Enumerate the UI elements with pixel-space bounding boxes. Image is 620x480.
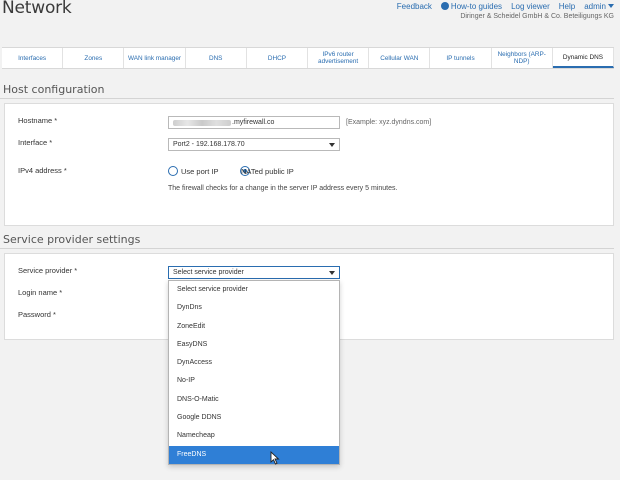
tab-dhcp[interactable]: DHCP bbox=[247, 48, 309, 68]
interface-select[interactable]: Port2 - 192.168.178.70 bbox=[168, 138, 340, 151]
service-provider-label: Service provider * bbox=[18, 266, 78, 275]
page-title: Network bbox=[2, 0, 72, 18]
option-easydns[interactable]: EasyDNS bbox=[169, 336, 339, 354]
service-provider-select[interactable]: Select service provider bbox=[168, 266, 340, 279]
help-link[interactable]: Help bbox=[559, 2, 575, 11]
section-divider bbox=[0, 248, 614, 249]
log-viewer-link[interactable]: Log viewer bbox=[511, 2, 550, 11]
guide-icon bbox=[440, 2, 449, 10]
option-zoneedit[interactable]: ZoneEdit bbox=[169, 318, 339, 336]
tab-ipv6-router-advertisement[interactable]: IPv6 router advertisement bbox=[308, 48, 370, 68]
option-google-ddns[interactable]: Google DDNS bbox=[169, 409, 339, 427]
tab-interfaces[interactable]: Interfaces bbox=[2, 48, 64, 68]
hostname-label: Hostname * bbox=[18, 116, 58, 125]
tab-neighbors[interactable]: Neighbors (ARP-NDP) bbox=[492, 48, 553, 68]
option-dynaccess[interactable]: DynAccess bbox=[169, 354, 339, 372]
hostname-input[interactable]: .myfirewall.co bbox=[168, 116, 340, 129]
host-configuration-title: Host configuration bbox=[3, 83, 105, 96]
interface-label: Interface * bbox=[18, 138, 53, 147]
use-port-ip-label[interactable]: Use port IP bbox=[181, 167, 219, 176]
option-dns-o-matic[interactable]: DNS-O-Matic bbox=[169, 391, 339, 409]
redacted-hostname bbox=[173, 119, 231, 126]
service-provider-title: Service provider settings bbox=[3, 233, 141, 246]
how-to-guides-link[interactable]: How-to guides bbox=[440, 2, 502, 11]
nated-public-ip-label[interactable]: NATed public IP bbox=[241, 167, 294, 176]
option-freedns[interactable]: FreeDNS bbox=[169, 445, 339, 464]
option-dyndns[interactable]: DynDns bbox=[169, 299, 339, 317]
tab-bar: Interfaces Zones WAN link manager DNS DH… bbox=[2, 47, 615, 69]
top-links: Feedback How-to guides Log viewer Help a… bbox=[397, 2, 614, 11]
feedback-link[interactable]: Feedback bbox=[397, 2, 432, 11]
chevron-down-icon bbox=[329, 142, 335, 147]
hostname-hint: [Example: xyz.dyndns.com] bbox=[346, 119, 432, 126]
mouse-cursor-icon bbox=[270, 451, 280, 465]
user-menu[interactable]: admin bbox=[584, 2, 614, 11]
tab-zones[interactable]: Zones bbox=[63, 48, 125, 68]
chevron-down-icon bbox=[608, 4, 614, 8]
option-namecheap[interactable]: Namecheap bbox=[169, 427, 339, 445]
tab-dns[interactable]: DNS bbox=[186, 48, 247, 68]
chevron-down-icon bbox=[329, 270, 335, 275]
password-label: Password * bbox=[18, 310, 56, 319]
service-provider-dropdown: Select service provider DynDns ZoneEdit … bbox=[168, 280, 340, 465]
section-divider bbox=[0, 98, 614, 99]
tab-cellular-wan[interactable]: Cellular WAN bbox=[369, 48, 431, 68]
check-interval-note: The firewall checks for a change in the … bbox=[168, 185, 398, 192]
tab-dynamic-dns[interactable]: Dynamic DNS bbox=[552, 48, 615, 68]
login-name-label: Login name * bbox=[18, 288, 63, 297]
option-select-service-provider[interactable]: Select service provider bbox=[169, 281, 339, 299]
option-no-ip[interactable]: No-IP bbox=[169, 372, 339, 390]
ipv4-address-label: IPv4 address * bbox=[18, 166, 67, 175]
use-port-ip-radio[interactable] bbox=[168, 166, 178, 176]
company-name: Diringer & Scheidel GmbH & Co. Beteiligu… bbox=[460, 13, 614, 20]
tab-wan-link-manager[interactable]: WAN link manager bbox=[124, 48, 186, 68]
tab-ip-tunnels[interactable]: IP tunnels bbox=[430, 48, 492, 68]
